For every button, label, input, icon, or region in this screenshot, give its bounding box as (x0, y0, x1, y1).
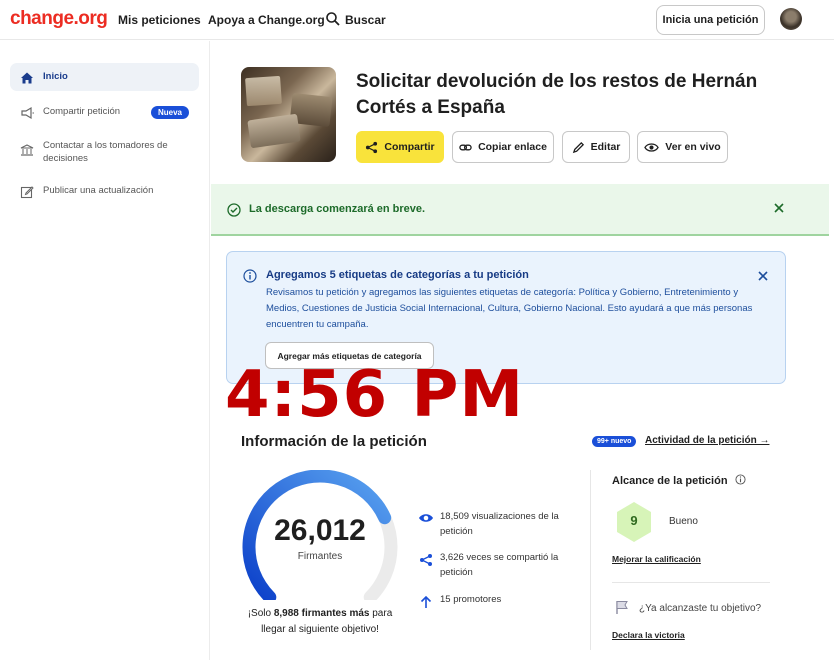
close-icon[interactable] (757, 270, 769, 282)
signature-count: 26,012 (274, 514, 366, 547)
nav-my-petitions[interactable]: Mis peticiones (118, 13, 201, 27)
goal-text: ¡Solo 8,988 firmantes más para llegar al… (236, 606, 404, 638)
sidebar-item-label: Inicio (43, 71, 68, 82)
petition-title: Solicitar devolución de los restos de He… (356, 71, 758, 118)
notice-title: Agregamos 5 etiquetas de categorías a tu… (266, 269, 529, 281)
improve-score-link[interactable]: Mejorar la calificación (612, 554, 701, 564)
sidebar: Inicio Compartir petición Nueva Contacta… (0, 41, 210, 660)
eye-icon (644, 142, 660, 152)
arrow-up-icon (420, 595, 432, 608)
start-petition-button[interactable]: Inicia una petición (656, 5, 765, 35)
activity-link[interactable]: Actividad de la petición → (645, 435, 769, 446)
success-message: La descarga comenzará en breve. (249, 203, 426, 215)
goal-question: ¿Ya alcanzaste tu objetivo? (639, 603, 762, 614)
check-circle-icon (227, 203, 241, 217)
activity-new-badge: 99+ nuevo (592, 436, 637, 447)
building-icon (20, 144, 34, 156)
share-icon (420, 554, 432, 566)
reach-score: 9 (630, 513, 638, 528)
stat-views: 18,509 visualizaciones de la petición (418, 509, 583, 539)
declare-victory-link[interactable]: Declara la victoria (612, 630, 685, 640)
copy-link-button[interactable]: Copiar enlace (452, 131, 554, 163)
notice-body: Revisamos tu petición y agregamos las si… (266, 287, 753, 330)
nav-support[interactable]: Apoya a Change.org (208, 13, 325, 27)
change-logo[interactable]: change.org (10, 8, 108, 30)
sidebar-item-home[interactable]: Inicio (10, 63, 199, 91)
stat-text: 3,626 veces se compartió la petición (440, 552, 559, 578)
search-icon[interactable] (325, 11, 341, 27)
sidebar-item-share[interactable]: Compartir petición Nueva (10, 104, 199, 126)
section-title: Información de la petición (241, 433, 427, 450)
stat-text: 15 promotores (440, 594, 502, 605)
download-success-banner: La descarga comenzará en breve. (211, 184, 829, 236)
sidebar-item-contact[interactable]: Contactar a los tomadores de decisiones (10, 139, 199, 169)
copy-link-label: Copiar enlace (478, 141, 547, 153)
link-icon (459, 144, 472, 150)
sidebar-item-label: Publicar una actualización (43, 185, 154, 196)
reach-title-text: Alcance de la petición (612, 475, 728, 487)
edit-button[interactable]: Editar (562, 131, 630, 163)
top-nav: change.org Mis peticiones Apoya a Change… (0, 0, 834, 40)
goal-count: 8,988 firmantes más (273, 608, 370, 619)
goal-prefix: ¡Solo (247, 608, 274, 619)
sidebar-item-label: Contactar a los tomadores de decisiones (43, 140, 168, 164)
new-badge: Nueva (150, 106, 189, 119)
view-live-button[interactable]: Ver en vivo (637, 131, 728, 163)
home-icon (21, 72, 33, 84)
view-live-label: Ver en vivo (665, 141, 721, 153)
reach-score-label: Bueno (669, 516, 698, 527)
stat-text: 18,509 visualizaciones de la petición (440, 511, 559, 537)
reach-title: Alcance de la petición (612, 474, 746, 487)
divider (590, 470, 591, 650)
megaphone-icon (21, 106, 34, 120)
close-icon[interactable] (772, 201, 786, 215)
sidebar-item-update[interactable]: Publicar una actualización (10, 185, 199, 203)
share-button-label: Compartir (384, 141, 435, 153)
edit-icon (20, 186, 34, 199)
share-icon (366, 141, 378, 153)
clock-overlay: 4:56 PM (225, 358, 525, 432)
signature-label: Firmantes (297, 551, 343, 562)
eye-icon (419, 514, 433, 522)
stat-promoters: 15 promotores (418, 592, 583, 609)
pencil-icon (572, 141, 584, 153)
nav-search[interactable]: Buscar (345, 13, 386, 27)
info-icon (243, 269, 257, 283)
avatar[interactable] (780, 8, 802, 30)
share-button[interactable]: Compartir (356, 131, 444, 163)
stat-shares: 3,626 veces se compartió la petición (418, 550, 583, 580)
edit-label: Editar (590, 141, 621, 153)
divider (612, 582, 770, 583)
sidebar-item-label: Compartir petición (43, 106, 121, 117)
petition-image (241, 67, 336, 162)
flag-icon (616, 601, 628, 614)
info-icon[interactable] (735, 474, 746, 485)
